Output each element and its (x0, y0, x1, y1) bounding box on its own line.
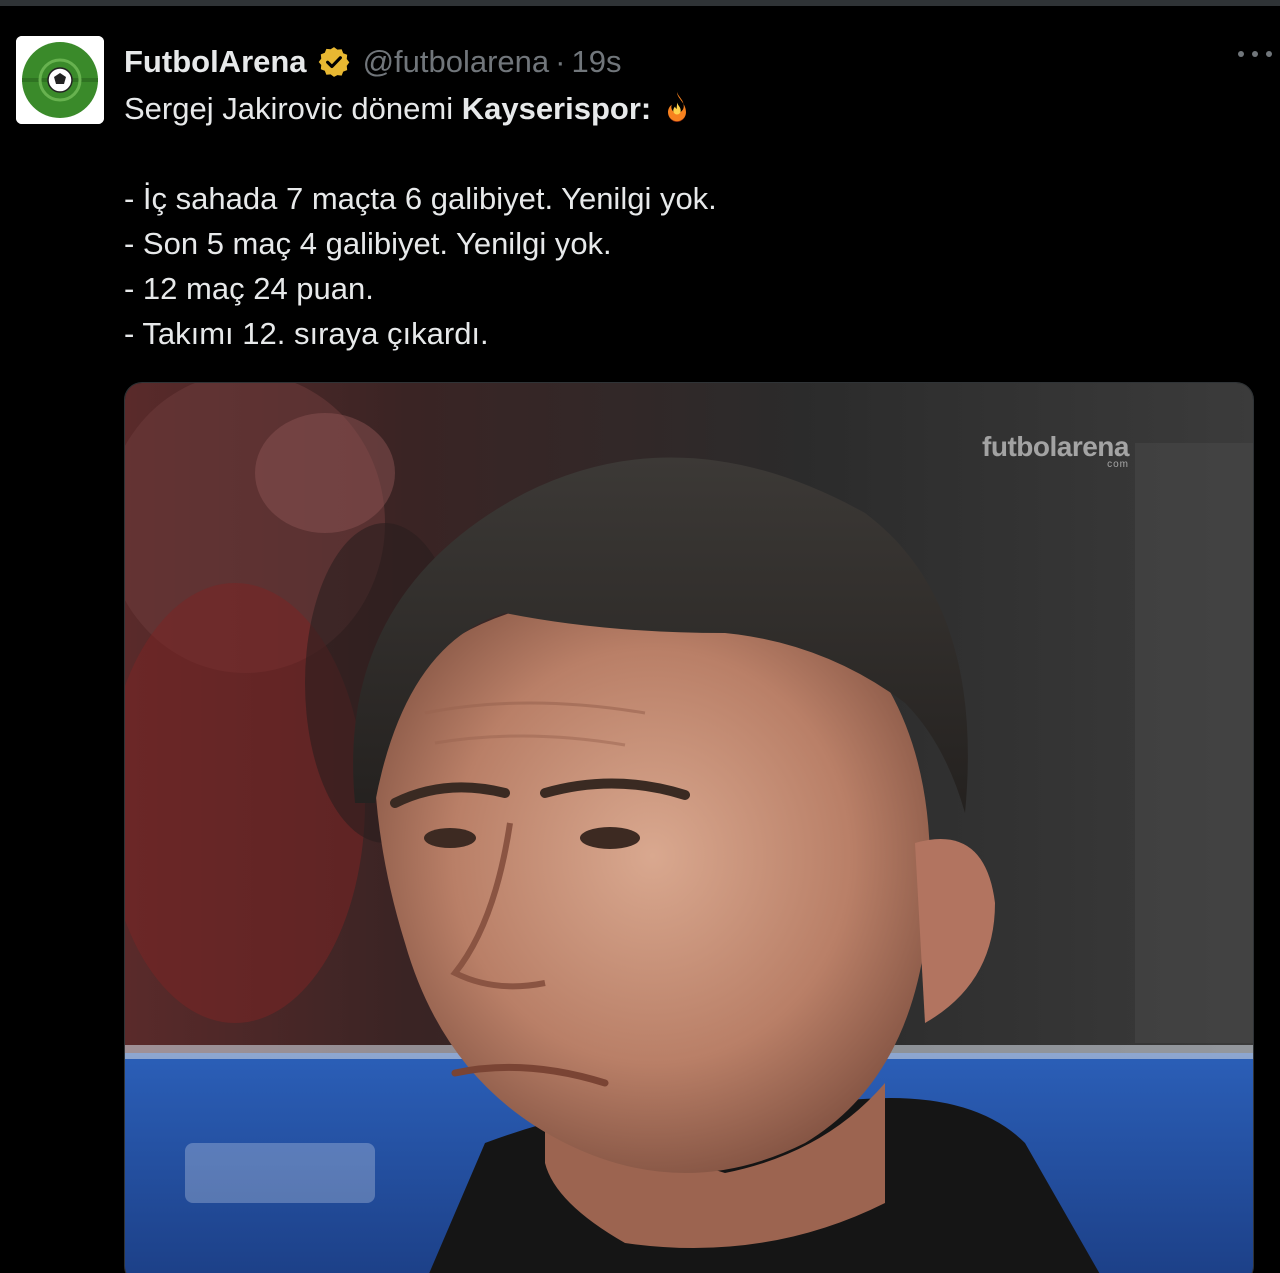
user-handle[interactable]: @futbolarena (363, 44, 550, 80)
coach-portrait-image (125, 383, 1253, 1273)
intro-text: Sergej Jakirovic dönemi (124, 91, 462, 126)
tweet-header: FutbolArena @futbolarena · 19s (124, 40, 621, 84)
separator-dot: · (555, 44, 566, 79)
team-name[interactable]: Kayserispor: (462, 91, 652, 126)
avatar[interactable] (16, 36, 104, 124)
more-dots-icon[interactable] (1238, 44, 1272, 64)
tweet-intro-line: Sergej Jakirovic dönemi Kayserispor: (124, 86, 1254, 131)
tweet-line: - Son 5 maç 4 galibiyet. Yenilgi yok. (124, 226, 612, 261)
fire-icon (659, 89, 695, 137)
tweet-card[interactable]: FutbolArena @futbolarena · 19s Sergej Ja… (0, 6, 1280, 1273)
timestamp[interactable]: 19s (571, 44, 621, 80)
tweet-line: - İç sahada 7 maçta 6 galibiyet. Yenilgi… (124, 181, 717, 216)
watermark-text: futbolarena (982, 431, 1129, 462)
tweet-photo[interactable]: futbolarena com (124, 382, 1254, 1273)
football-logo-icon (16, 36, 104, 124)
verified-badge-icon (317, 45, 351, 79)
tweet-text: Sergej Jakirovic dönemi Kayserispor: - İ… (124, 86, 1254, 356)
watermark-logo: futbolarena com (982, 431, 1129, 470)
tweet-line: - Takımı 12. sıraya çıkardı. (124, 316, 489, 351)
display-name[interactable]: FutbolArena (124, 44, 307, 80)
tweet-line: - 12 maç 24 puan. (124, 271, 374, 306)
